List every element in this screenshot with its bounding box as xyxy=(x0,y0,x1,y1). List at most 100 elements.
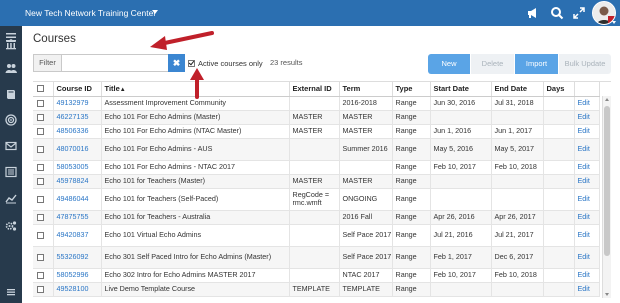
course-id-link[interactable]: 58052996 xyxy=(53,268,102,283)
row-select-cell[interactable] xyxy=(33,246,54,269)
row-checkbox[interactable] xyxy=(37,195,44,203)
row-checkbox[interactable] xyxy=(37,145,44,153)
table-row[interactable]: 55326092 Echo 301 Self Paced Intro for Ec… xyxy=(33,246,600,269)
edit-link[interactable]: Edit xyxy=(574,246,600,269)
row-checkbox[interactable] xyxy=(37,213,44,221)
course-id-link[interactable]: 48070016 xyxy=(53,138,102,161)
megaphone-icon[interactable] xyxy=(526,6,540,20)
edit-link[interactable]: Edit xyxy=(574,210,600,225)
scroll-thumb[interactable] xyxy=(604,106,610,256)
scroll-down-icon[interactable] xyxy=(605,293,609,296)
course-id-link[interactable]: 47875755 xyxy=(53,210,102,225)
course-id-link[interactable]: 49420837 xyxy=(53,224,102,247)
active-courses-checkbox[interactable] xyxy=(188,59,195,67)
column-header-days[interactable]: Days xyxy=(543,82,575,97)
line-chart-icon xyxy=(5,194,17,204)
end-date: Jul 21, 2017 xyxy=(491,224,544,247)
sidebar-item-users[interactable] xyxy=(0,57,22,79)
org-switcher[interactable]: New Tech Network Training Center xyxy=(25,0,156,26)
search-icon[interactable] xyxy=(550,6,564,20)
row-select-cell[interactable] xyxy=(33,210,54,225)
course-id-link[interactable]: 45978824 xyxy=(53,174,102,189)
import-button[interactable]: Import xyxy=(515,54,558,74)
edit-link[interactable]: Edit xyxy=(574,224,600,247)
row-select-cell[interactable] xyxy=(33,268,54,283)
course-id-link[interactable]: 58053005 xyxy=(53,160,102,175)
table-row[interactable]: 46227135 Echo 101 For Echo Admins (Master… xyxy=(33,110,600,125)
caret-down-icon[interactable] xyxy=(612,21,616,24)
row-select-cell[interactable] xyxy=(33,160,54,175)
table-row[interactable]: 58053005 Echo 101 For Echo Admins - NTAC … xyxy=(33,160,600,175)
select-all-cell[interactable] xyxy=(33,82,54,97)
edit-link[interactable]: Edit xyxy=(574,160,600,175)
table-row[interactable]: 49420837 Echo 101 Virtual Echo Admins Self… xyxy=(33,224,600,247)
sidebar-item-courses[interactable] xyxy=(0,83,22,105)
table-row[interactable]: 48070016 Echo 101 For Echo Admins - AUS Su… xyxy=(33,138,600,161)
row-select-cell[interactable] xyxy=(33,188,54,211)
table-row[interactable]: 48506336 Echo 101 For Echo Admins (NTAC M… xyxy=(33,124,600,139)
row-select-cell[interactable] xyxy=(33,224,54,247)
sidebar-item-lists[interactable] xyxy=(0,161,22,183)
course-id-link[interactable]: 48506336 xyxy=(53,124,102,139)
sidebar-item-reports[interactable] xyxy=(0,187,22,209)
table-row[interactable]: 49528100 Live Demo Template Course TEMPLAT… xyxy=(33,282,600,297)
table-row[interactable]: 47875755 Echo 101 for Teachers - Australi… xyxy=(33,210,600,225)
select-all-checkbox[interactable] xyxy=(37,85,44,93)
course-id-link[interactable]: 55326092 xyxy=(53,246,102,269)
row-select-cell[interactable] xyxy=(33,124,54,139)
row-select-cell[interactable] xyxy=(33,282,54,297)
table-row[interactable]: 49486044 Echo 101 for Teachers (Self-Pace… xyxy=(33,188,600,211)
row-checkbox[interactable] xyxy=(37,271,44,279)
edit-link[interactable]: Edit xyxy=(574,110,600,125)
chevron-down-icon[interactable] xyxy=(152,10,158,14)
sidebar-item-institution[interactable] xyxy=(0,33,22,55)
expand-icon[interactable] xyxy=(572,6,586,20)
row-select-cell[interactable] xyxy=(33,138,54,161)
delete-button[interactable]: Delete xyxy=(471,54,514,74)
table-row[interactable]: 45978824 Echo 101 for Teachers (Master) MA… xyxy=(33,174,600,189)
edit-link[interactable]: Edit xyxy=(574,268,600,283)
row-checkbox[interactable] xyxy=(37,177,44,185)
course-id-link[interactable]: 46227135 xyxy=(53,110,102,125)
row-checkbox[interactable] xyxy=(37,99,44,107)
course-id-link[interactable]: 49528100 xyxy=(53,282,102,297)
column-header-term[interactable]: Term xyxy=(339,82,393,97)
column-header-external-id[interactable]: External ID xyxy=(289,82,340,97)
row-select-cell[interactable] xyxy=(33,174,54,189)
scroll-up-icon[interactable] xyxy=(605,98,609,101)
end-date: Feb 10, 2018 xyxy=(491,268,544,283)
filter-input[interactable] xyxy=(63,55,168,71)
edit-link[interactable]: Edit xyxy=(574,282,600,297)
new-button[interactable]: New xyxy=(428,54,470,74)
sidebar-item-messages[interactable] xyxy=(0,135,22,157)
row-checkbox[interactable] xyxy=(37,231,44,239)
column-header-course-id[interactable]: Course ID xyxy=(53,82,102,97)
row-select-cell[interactable] xyxy=(33,110,54,125)
edit-link[interactable]: Edit xyxy=(574,138,600,161)
sidebar-collapse[interactable] xyxy=(0,281,22,303)
row-select-cell[interactable] xyxy=(33,96,54,111)
table-scrollbar[interactable] xyxy=(602,96,611,298)
column-header-type[interactable]: Type xyxy=(392,82,431,97)
column-header-title[interactable]: Title▲ xyxy=(101,82,290,97)
clear-filter-button[interactable]: ✖ xyxy=(168,54,185,72)
row-checkbox[interactable] xyxy=(37,285,44,293)
sidebar-item-outcomes[interactable] xyxy=(0,109,22,131)
row-checkbox[interactable] xyxy=(37,253,44,261)
edit-link[interactable]: Edit xyxy=(574,96,600,111)
sidebar-item-settings[interactable] xyxy=(0,215,22,237)
column-header-start-date[interactable]: Start Date xyxy=(430,82,492,97)
table-row[interactable]: 49132979 Assessment Improvement Community… xyxy=(33,96,600,111)
edit-link[interactable]: Edit xyxy=(574,174,600,189)
column-header-end-date[interactable]: End Date xyxy=(491,82,544,97)
table-row[interactable]: 58052996 Echo 302 Intro for Echo Admins M… xyxy=(33,268,600,283)
edit-link[interactable]: Edit xyxy=(574,124,600,139)
row-checkbox[interactable] xyxy=(37,163,44,171)
course-id-link[interactable]: 49486044 xyxy=(53,188,102,211)
edit-link[interactable]: Edit xyxy=(574,188,600,211)
course-id-link[interactable]: 49132979 xyxy=(53,96,102,111)
bulk-update-button[interactable]: Bulk Update xyxy=(559,54,611,74)
row-checkbox[interactable] xyxy=(37,127,44,135)
active-courses-toggle[interactable]: Active courses only xyxy=(188,58,263,68)
row-checkbox[interactable] xyxy=(37,113,44,121)
